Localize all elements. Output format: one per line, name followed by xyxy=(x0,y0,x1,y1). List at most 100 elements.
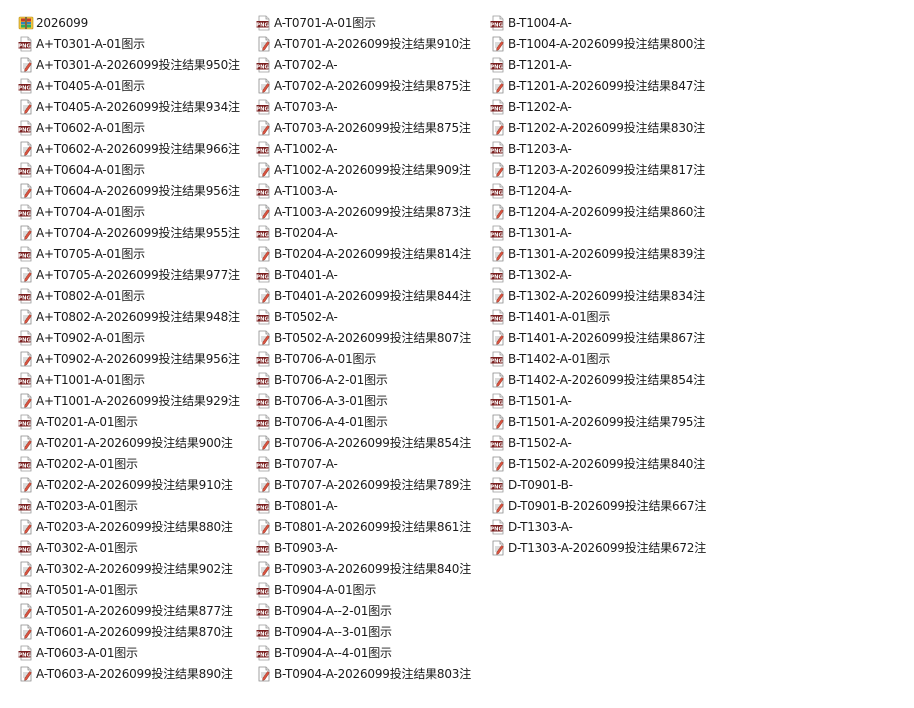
file-item[interactable]: B-T1301-A-2026099投注结果839注 xyxy=(490,243,724,264)
file-name-label: A-T1003-A-2026099投注结果873注 xyxy=(274,204,471,219)
file-item[interactable]: PNG B-T0904-A--2-01图示 xyxy=(256,600,490,621)
file-item[interactable]: PNG A+T0705-A-01图示 xyxy=(18,243,252,264)
file-item[interactable]: A+T0704-A-2026099投注结果955注 xyxy=(18,222,252,243)
file-item[interactable]: B-T1202-A-2026099投注结果830注 xyxy=(490,117,724,138)
file-item[interactable]: PNG A-T0703-A- xyxy=(256,96,490,117)
file-item[interactable]: PNG B-T0904-A--4-01图示 xyxy=(256,642,490,663)
png-image-icon: PNG xyxy=(18,78,32,93)
file-item[interactable]: PNG B-T0204-A- xyxy=(256,222,490,243)
file-item[interactable]: B-T0401-A-2026099投注结果844注 xyxy=(256,285,490,306)
file-item[interactable]: A-T0701-A-2026099投注结果910注 xyxy=(256,33,490,54)
file-item[interactable]: PNG B-T0706-A-3-01图示 xyxy=(256,390,490,411)
file-item[interactable]: A+T0301-A-2026099投注结果950注 xyxy=(18,54,252,75)
file-item[interactable]: A-T0201-A-2026099投注结果900注 xyxy=(18,432,252,453)
file-item[interactable]: A-T0302-A-2026099投注结果902注 xyxy=(18,558,252,579)
folder-item[interactable]: 2026099 xyxy=(18,12,252,33)
png-image-icon: PNG xyxy=(490,141,504,156)
file-item[interactable]: B-T1501-A-2026099投注结果795注 xyxy=(490,411,724,432)
file-item[interactable]: PNG B-T1202-A- xyxy=(490,96,724,117)
file-item[interactable]: B-T0801-A-2026099投注结果861注 xyxy=(256,516,490,537)
file-column-2: PNG A-T0701-A-01图示 A-T0701-A-2026099投注结果91… xyxy=(256,12,490,684)
file-item[interactable]: PNG B-T1401-A-01图示 xyxy=(490,306,724,327)
file-item[interactable]: PNG B-T0707-A- xyxy=(256,453,490,474)
file-item[interactable]: PNG A+T0405-A-01图示 xyxy=(18,75,252,96)
svg-text:PNG: PNG xyxy=(490,442,502,448)
file-item[interactable]: A-T0703-A-2026099投注结果875注 xyxy=(256,117,490,138)
file-item[interactable]: B-T1201-A-2026099投注结果847注 xyxy=(490,75,724,96)
file-item[interactable]: PNG A+T0704-A-01图示 xyxy=(18,201,252,222)
file-item[interactable]: A+T0604-A-2026099投注结果956注 xyxy=(18,180,252,201)
file-item[interactable]: A+T1001-A-2026099投注结果929注 xyxy=(18,390,252,411)
file-item[interactable]: PNG D-T0901-B- xyxy=(490,474,724,495)
file-item[interactable]: PNG A+T0301-A-01图示 xyxy=(18,33,252,54)
file-item[interactable]: PNG A+T0604-A-01图示 xyxy=(18,159,252,180)
file-item[interactable]: B-T1302-A-2026099投注结果834注 xyxy=(490,285,724,306)
file-name-label: B-T1202-A-2026099投注结果830注 xyxy=(508,120,706,135)
file-item[interactable]: PNG A-T0501-A-01图示 xyxy=(18,579,252,600)
file-item[interactable]: D-T0901-B-2026099投注结果667注 xyxy=(490,495,724,516)
file-item[interactable]: PNG B-T1004-A- xyxy=(490,12,724,33)
file-item[interactable]: PNG A-T0603-A-01图示 xyxy=(18,642,252,663)
file-item[interactable]: A-T0203-A-2026099投注结果880注 xyxy=(18,516,252,537)
file-item[interactable]: A-T0702-A-2026099投注结果875注 xyxy=(256,75,490,96)
file-item[interactable]: PNG B-T1502-A- xyxy=(490,432,724,453)
file-item[interactable]: A-T0202-A-2026099投注结果910注 xyxy=(18,474,252,495)
file-item[interactable]: A+T0902-A-2026099投注结果956注 xyxy=(18,348,252,369)
file-item[interactable]: PNG A-T1002-A- xyxy=(256,138,490,159)
file-item[interactable]: B-T1004-A-2026099投注结果800注 xyxy=(490,33,724,54)
file-item[interactable]: PNG B-T1402-A-01图示 xyxy=(490,348,724,369)
file-item[interactable]: PNG B-T0903-A- xyxy=(256,537,490,558)
file-item[interactable]: PNG A-T0302-A-01图示 xyxy=(18,537,252,558)
file-item[interactable]: B-T1204-A-2026099投注结果860注 xyxy=(490,201,724,222)
file-item[interactable]: A-T0501-A-2026099投注结果877注 xyxy=(18,600,252,621)
file-item[interactable]: PNG A-T0202-A-01图示 xyxy=(18,453,252,474)
file-item[interactable]: B-T0903-A-2026099投注结果840注 xyxy=(256,558,490,579)
file-item[interactable]: A-T1003-A-2026099投注结果873注 xyxy=(256,201,490,222)
file-item[interactable]: PNG B-T1501-A- xyxy=(490,390,724,411)
file-item[interactable]: PNG B-T0904-A-01图示 xyxy=(256,579,490,600)
svg-text:PNG: PNG xyxy=(18,43,30,49)
file-item[interactable]: PNG A-T0701-A-01图示 xyxy=(256,12,490,33)
file-item[interactable]: B-T1203-A-2026099投注结果817注 xyxy=(490,159,724,180)
file-item[interactable]: PNG A+T0602-A-01图示 xyxy=(18,117,252,138)
file-item[interactable]: B-T0706-A-2026099投注结果854注 xyxy=(256,432,490,453)
file-item[interactable]: PNG A+T1001-A-01图示 xyxy=(18,369,252,390)
file-item[interactable]: PNG A+T0902-A-01图示 xyxy=(18,327,252,348)
file-item[interactable]: PNG B-T0801-A- xyxy=(256,495,490,516)
file-item[interactable]: PNG A-T0203-A-01图示 xyxy=(18,495,252,516)
file-item[interactable]: PNG B-T1203-A- xyxy=(490,138,724,159)
file-item[interactable]: A+T0705-A-2026099投注结果977注 xyxy=(18,264,252,285)
file-item[interactable]: A+T0802-A-2026099投注结果948注 xyxy=(18,306,252,327)
file-item[interactable]: B-T1402-A-2026099投注结果854注 xyxy=(490,369,724,390)
file-item[interactable]: D-T1303-A-2026099投注结果672注 xyxy=(490,537,724,558)
file-item[interactable]: PNG B-T1201-A- xyxy=(490,54,724,75)
file-item[interactable]: PNG B-T0502-A- xyxy=(256,306,490,327)
file-item[interactable]: PNG A-T0702-A- xyxy=(256,54,490,75)
file-item[interactable]: PNG A-T1003-A- xyxy=(256,180,490,201)
file-item[interactable]: PNG B-T1204-A- xyxy=(490,180,724,201)
text-document-icon xyxy=(258,288,270,303)
file-item[interactable]: PNG D-T1303-A- xyxy=(490,516,724,537)
file-item[interactable]: PNG B-T0706-A-4-01图示 xyxy=(256,411,490,432)
file-item[interactable]: PNG A+T0802-A-01图示 xyxy=(18,285,252,306)
file-item[interactable]: B-T0502-A-2026099投注结果807注 xyxy=(256,327,490,348)
file-item[interactable]: A+T0602-A-2026099投注结果966注 xyxy=(18,138,252,159)
text-document-icon xyxy=(492,498,504,513)
file-item[interactable]: B-T1502-A-2026099投注结果840注 xyxy=(490,453,724,474)
file-item[interactable]: A+T0405-A-2026099投注结果934注 xyxy=(18,96,252,117)
file-item[interactable]: PNG B-T0706-A-01图示 xyxy=(256,348,490,369)
file-item[interactable]: A-T1002-A-2026099投注结果909注 xyxy=(256,159,490,180)
file-item[interactable]: B-T0204-A-2026099投注结果814注 xyxy=(256,243,490,264)
file-item[interactable]: PNG B-T1301-A- xyxy=(490,222,724,243)
file-item[interactable]: PNG A-T0201-A-01图示 xyxy=(18,411,252,432)
file-item[interactable]: B-T0707-A-2026099投注结果789注 xyxy=(256,474,490,495)
file-item[interactable]: PNG B-T1302-A- xyxy=(490,264,724,285)
file-item[interactable]: PNG B-T0904-A--3-01图示 xyxy=(256,621,490,642)
file-name-label: A+T0602-A-01图示 xyxy=(36,120,145,135)
file-item[interactable]: A-T0603-A-2026099投注结果890注 xyxy=(18,663,252,684)
file-item[interactable]: B-T1401-A-2026099投注结果867注 xyxy=(490,327,724,348)
file-item[interactable]: PNG B-T0706-A-2-01图示 xyxy=(256,369,490,390)
file-item[interactable]: B-T0904-A-2026099投注结果803注 xyxy=(256,663,490,684)
file-item[interactable]: A-T0601-A-2026099投注结果870注 xyxy=(18,621,252,642)
file-item[interactable]: PNG B-T0401-A- xyxy=(256,264,490,285)
